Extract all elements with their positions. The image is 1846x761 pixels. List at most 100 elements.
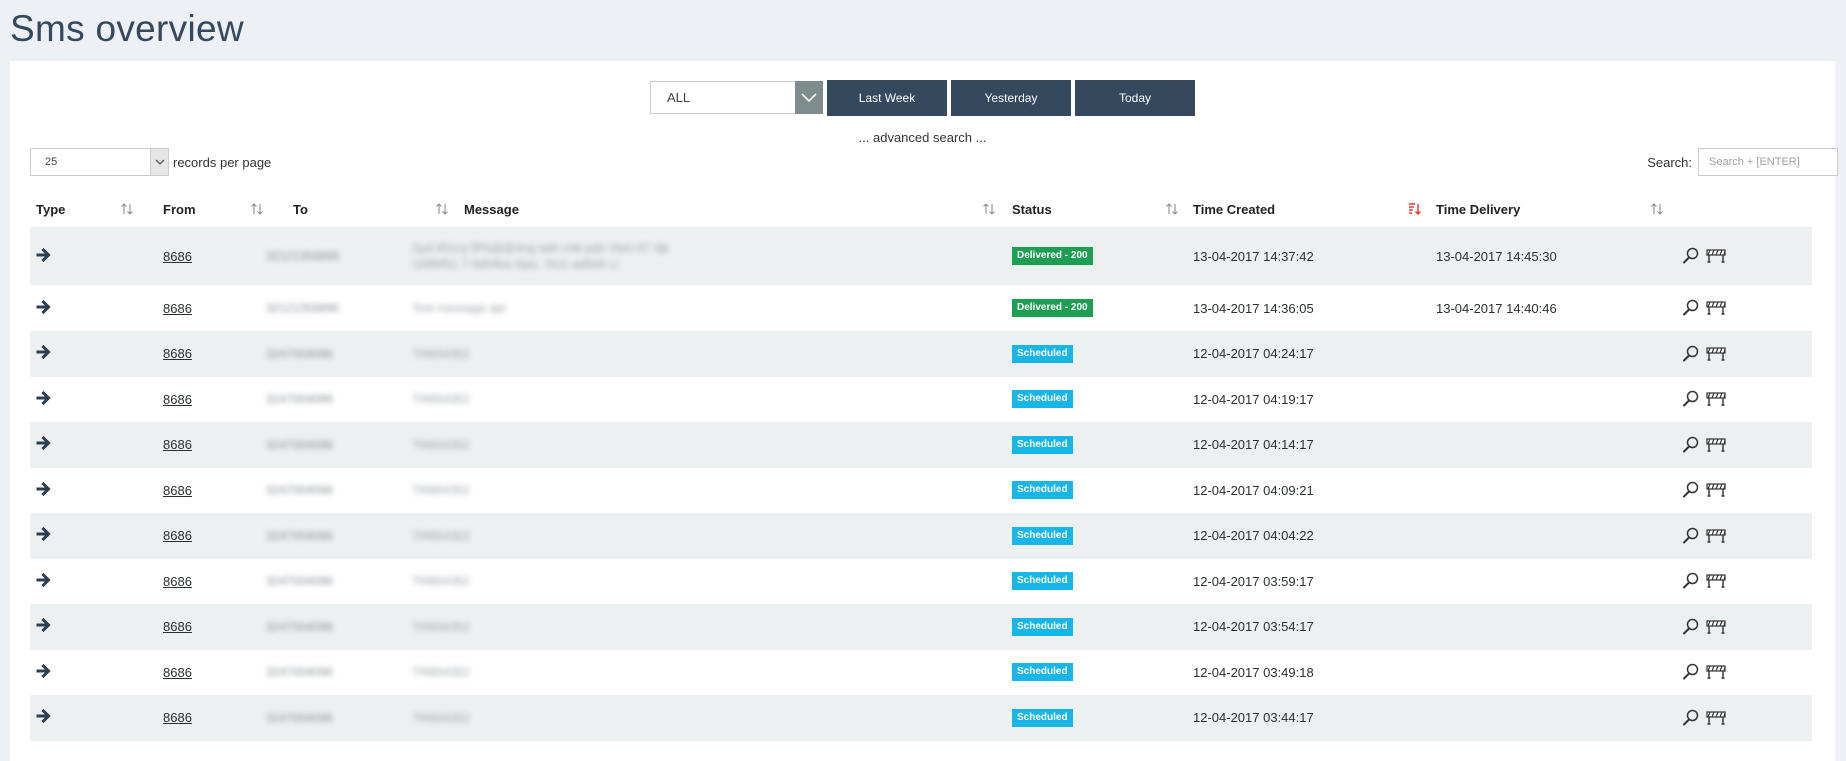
- from-link[interactable]: 8686: [163, 710, 192, 725]
- barrier-icon[interactable]: [1705, 390, 1727, 408]
- magnifier-icon[interactable]: [1681, 618, 1703, 636]
- magnifier-icon[interactable]: [1681, 572, 1703, 590]
- sort-icon[interactable]: [982, 202, 996, 216]
- table-body: 8686 32121356895 Syd 001rq 0f%@@4ng with…: [30, 227, 1812, 741]
- from-link[interactable]: 8686: [163, 483, 192, 498]
- from-cell: 8686: [163, 468, 192, 514]
- search-label: Search:: [1647, 154, 1692, 170]
- actions-cell: [1681, 559, 1729, 605]
- sort-icon[interactable]: [120, 202, 134, 216]
- message-value: Test message apl: [412, 301, 506, 315]
- from-link[interactable]: 8686: [163, 528, 192, 543]
- message-cell: Tf4654352: [412, 331, 840, 377]
- records-per-page-select[interactable]: 25: [30, 148, 169, 176]
- actions-cell: [1681, 285, 1729, 331]
- column-header-status[interactable]: Status: [1012, 191, 1052, 227]
- time-created-value: 12-04-2017 04:09:21: [1193, 482, 1314, 498]
- from-cell: 8686: [163, 695, 192, 741]
- yesterday-button[interactable]: Yesterday: [951, 80, 1071, 116]
- from-link[interactable]: 8686: [163, 249, 192, 264]
- from-link[interactable]: 8686: [163, 665, 192, 680]
- status-cell: Scheduled: [1012, 604, 1073, 650]
- barrier-icon[interactable]: [1705, 527, 1727, 545]
- to-cell: 3247004096: [266, 559, 422, 605]
- barrier-icon[interactable]: [1705, 663, 1727, 681]
- from-link[interactable]: 8686: [163, 301, 192, 316]
- sort-desc-icon[interactable]: [1408, 202, 1422, 216]
- to-cell: 3247004096: [266, 695, 422, 741]
- column-header-time-created[interactable]: Time Created: [1193, 191, 1275, 227]
- from-link[interactable]: 8686: [163, 437, 192, 452]
- barrier-icon[interactable]: [1705, 709, 1727, 727]
- sort-icon[interactable]: [250, 202, 264, 216]
- type-cell: [36, 227, 52, 285]
- magnifier-icon[interactable]: [1681, 709, 1703, 727]
- type-cell: [36, 695, 52, 741]
- time-created-cell: 12-04-2017 04:14:17: [1193, 422, 1314, 468]
- period-filter-bar: ALL Last Week Yesterday Today: [650, 80, 1195, 116]
- time-created-value: 12-04-2017 03:44:17: [1193, 710, 1314, 726]
- magnifier-icon[interactable]: [1681, 436, 1703, 454]
- search-input[interactable]: [1698, 148, 1838, 176]
- magnifier-icon[interactable]: [1681, 527, 1703, 545]
- column-header-type[interactable]: Type: [36, 191, 65, 227]
- records-per-page-value: 25: [45, 156, 58, 168]
- from-cell: 8686: [163, 559, 192, 605]
- time-delivery-cell: 13-04-2017 14:45:30: [1436, 227, 1557, 285]
- arrow-right-icon: [36, 708, 52, 727]
- period-select[interactable]: ALL: [650, 81, 823, 114]
- sort-icon[interactable]: [1165, 202, 1179, 216]
- message-cell: Tf4654352: [412, 377, 840, 423]
- arrow-right-icon: [36, 344, 52, 363]
- period-select-value: ALL: [667, 90, 691, 105]
- column-header-from[interactable]: From: [163, 191, 196, 227]
- time-created-cell: 12-04-2017 03:59:17: [1193, 559, 1314, 605]
- column-header-to[interactable]: To: [293, 191, 308, 227]
- actions-cell: [1681, 513, 1729, 559]
- status-cell: Delivered - 200: [1012, 285, 1093, 331]
- from-cell: 8686: [163, 331, 192, 377]
- last-week-button[interactable]: Last Week: [827, 80, 947, 116]
- magnifier-icon[interactable]: [1681, 247, 1703, 265]
- to-value: 3247004096: [266, 574, 333, 589]
- column-header-message[interactable]: Message: [464, 191, 519, 227]
- barrier-icon[interactable]: [1705, 481, 1727, 499]
- table-header: Type From To Message Status Time Created: [30, 191, 1812, 227]
- magnifier-icon[interactable]: [1681, 481, 1703, 499]
- barrier-icon[interactable]: [1705, 572, 1727, 590]
- arrow-right-icon: [36, 617, 52, 636]
- barrier-icon[interactable]: [1705, 247, 1727, 265]
- type-cell: [36, 422, 52, 468]
- from-link[interactable]: 8686: [163, 392, 192, 407]
- magnifier-icon[interactable]: [1681, 390, 1703, 408]
- barrier-icon[interactable]: [1705, 299, 1727, 317]
- to-cell: 3247004096: [266, 331, 422, 377]
- time-created-cell: 12-04-2017 03:49:18: [1193, 650, 1314, 696]
- magnifier-icon[interactable]: [1681, 663, 1703, 681]
- table-row: 8686 3247004096 Tf4654352 Scheduled 12-0…: [30, 422, 1812, 468]
- chevron-down-icon[interactable]: [150, 149, 168, 175]
- status-cell: Scheduled: [1012, 559, 1073, 605]
- sort-icon[interactable]: [435, 202, 449, 216]
- chevron-down-icon[interactable]: [795, 81, 823, 114]
- message-value: Tf4654352: [412, 346, 470, 361]
- arrow-right-icon: [36, 663, 52, 682]
- barrier-icon[interactable]: [1705, 436, 1727, 454]
- to-cell: 3247004096: [266, 650, 422, 696]
- column-header-time-delivery[interactable]: Time Delivery: [1436, 191, 1520, 227]
- type-cell: [36, 559, 52, 605]
- from-link[interactable]: 8686: [163, 574, 192, 589]
- message-cell: Tf4654352: [412, 650, 840, 696]
- status-badge: Scheduled: [1012, 344, 1073, 363]
- from-link[interactable]: 8686: [163, 346, 192, 361]
- barrier-icon[interactable]: [1705, 345, 1727, 363]
- arrow-right-icon: [36, 481, 52, 500]
- sort-icon[interactable]: [1650, 202, 1664, 216]
- today-button[interactable]: Today: [1075, 80, 1195, 116]
- barrier-icon[interactable]: [1705, 618, 1727, 636]
- advanced-search-link[interactable]: ... advanced search ...: [10, 130, 1835, 145]
- magnifier-icon[interactable]: [1681, 345, 1703, 363]
- from-link[interactable]: 8686: [163, 619, 192, 634]
- magnifier-icon[interactable]: [1681, 299, 1703, 317]
- status-badge: Scheduled: [1012, 481, 1073, 500]
